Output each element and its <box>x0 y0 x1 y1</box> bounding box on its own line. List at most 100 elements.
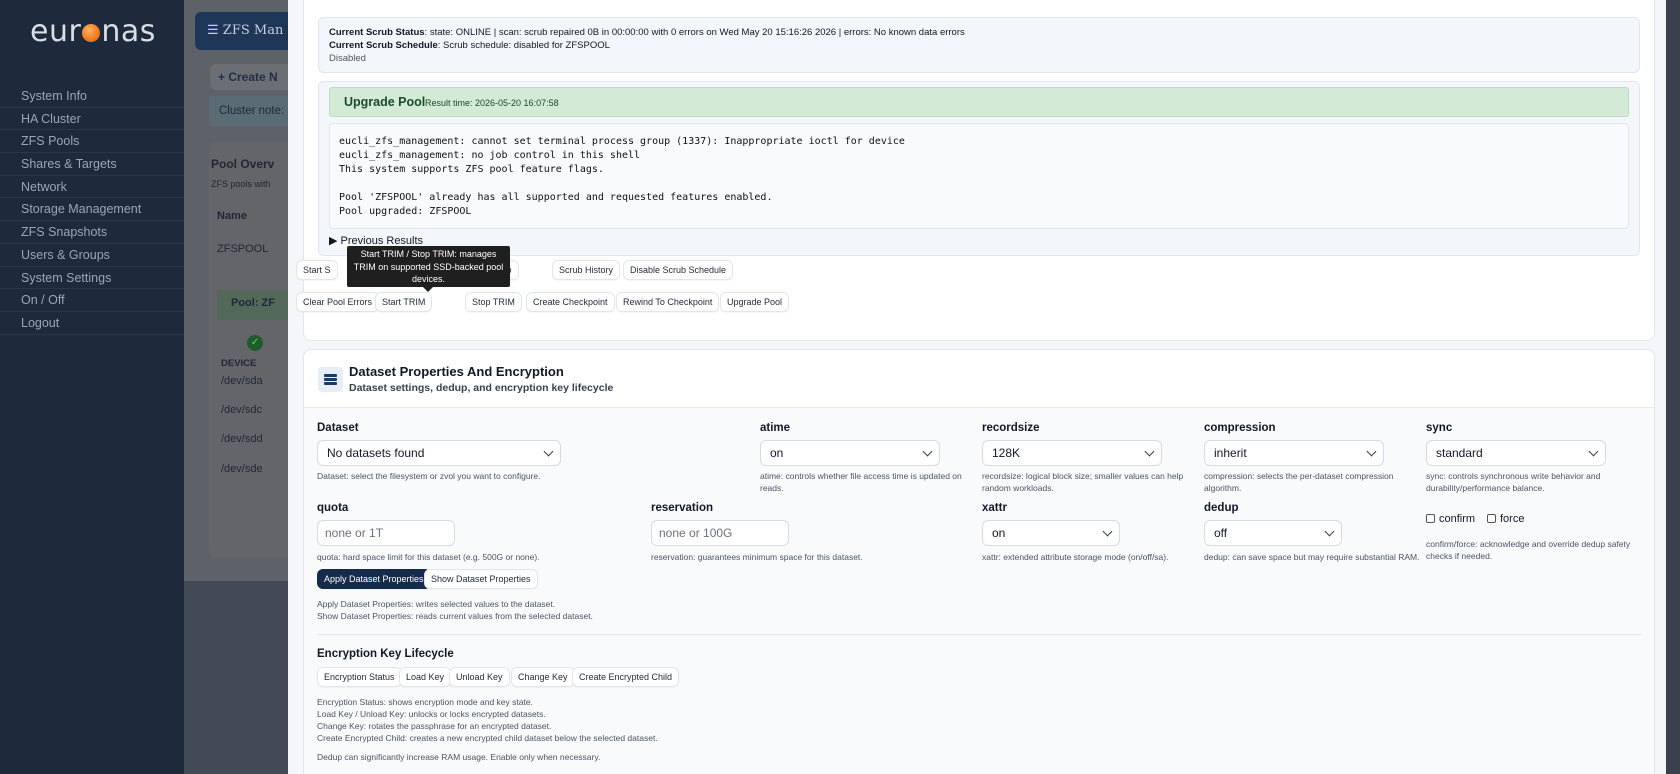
zfs-pool-modal: Current Scrub Status: state: ONLINE | sc… <box>288 0 1666 774</box>
sidebar-item-users-groups[interactable]: Users & Groups <box>0 244 184 267</box>
sidebar-nav: System Info HA Cluster ZFS Pools Shares … <box>0 85 184 335</box>
result-header: Upgrade Pool Result time: 2026-05-20 16:… <box>329 87 1629 117</box>
encryption-title: Encryption Key Lifecycle <box>317 648 454 660</box>
checkbox-icon <box>1487 514 1496 523</box>
atime-select[interactable]: on <box>760 440 940 466</box>
rewind-to-checkpoint-button[interactable]: Rewind To Checkpoint <box>616 292 720 312</box>
disable-scrub-schedule-button[interactable]: Disable Scrub Schedule <box>623 260 734 280</box>
encryption-help-line: Change Key: rotates the passphrase for a… <box>317 721 552 731</box>
sidebar-item-on-off[interactable]: On / Off <box>0 289 184 312</box>
pool-overview-title: Pool Overv <box>211 157 275 171</box>
sidebar-item-zfs-pools[interactable]: ZFS Pools <box>0 130 184 154</box>
scrub-disabled-text: Disabled <box>329 53 366 64</box>
encryption-help-line: Load Key / Unload Key: unlocks or locks … <box>317 709 546 719</box>
checkbox-icon <box>1426 514 1435 523</box>
start-trim-button[interactable]: Start TRIM <box>375 292 433 312</box>
check-icon: ✓ <box>247 335 263 351</box>
result-box: Upgrade Pool Result time: 2026-05-20 16:… <box>318 81 1640 256</box>
divider <box>317 634 1641 635</box>
create-button[interactable]: + Create N <box>210 64 290 90</box>
change-key-button[interactable]: Change Key <box>511 667 575 687</box>
reservation-label: reservation <box>651 502 714 514</box>
logo-dot-icon <box>82 24 101 42</box>
cluster-note: Cluster note: <box>209 96 289 126</box>
quota-label: quota <box>317 502 349 514</box>
apply-dataset-properties-button[interactable]: Apply Dataset Properties <box>317 569 431 589</box>
scrub-status-box: Current Scrub Status: state: ONLINE | sc… <box>318 17 1640 73</box>
device-row: /dev/sda <box>221 375 263 387</box>
sidebar-item-system-info[interactable]: System Info <box>0 85 184 108</box>
sidebar-item-zfs-snapshots[interactable]: ZFS Snapshots <box>0 221 184 244</box>
show-dataset-properties-button[interactable]: Show Dataset Properties <box>424 569 538 589</box>
euronas-logo[interactable]: eur nas <box>30 14 156 49</box>
unload-key-button[interactable]: Unload Key <box>449 667 510 687</box>
dataset-panel-title: Dataset Properties And Encryption <box>349 364 564 379</box>
load-key-button[interactable]: Load Key <box>399 667 452 687</box>
sidebar: eur nas System Info HA Cluster ZFS Pools … <box>0 0 184 774</box>
dataset-panel-subtitle: Dataset settings, dedup, and encryption … <box>349 382 614 394</box>
scrub-history-button[interactable]: Scrub History <box>552 260 621 280</box>
sync-select[interactable]: standard <box>1426 440 1606 466</box>
sidebar-item-network[interactable]: Network <box>0 176 184 199</box>
pool-overview-subtitle: ZFS pools with <box>211 179 271 189</box>
compression-select[interactable]: inherit <box>1204 440 1384 466</box>
force-checkbox[interactable]: force <box>1487 513 1524 525</box>
plus-icon: + <box>218 70 229 84</box>
dataset-select[interactable]: No datasets found <box>317 440 561 466</box>
result-time: Result time: 2026-05-20 16:07:58 <box>425 98 559 108</box>
recordsize-label: recordsize <box>982 422 1040 434</box>
reservation-input[interactable]: none or 100G <box>651 520 789 546</box>
create-checkpoint-button[interactable]: Create Checkpoint <box>526 292 615 312</box>
dataset-properties-panel: Dataset Properties And Encryption Datase… <box>303 349 1655 774</box>
sidebar-item-shares-targets[interactable]: Shares & Targets <box>0 153 184 176</box>
pool-label: Pool: ZF <box>217 290 289 320</box>
page-scrollbar[interactable] <box>1666 0 1680 774</box>
create-encrypted-child-button[interactable]: Create Encrypted Child <box>572 667 680 687</box>
device-row: /dev/sdd <box>221 433 263 445</box>
sync-label: sync <box>1426 422 1453 434</box>
device-row: /dev/sde <box>221 463 263 475</box>
dedup-warning: Dedup can significantly increase RAM usa… <box>317 752 601 762</box>
sidebar-item-logout[interactable]: Logout <box>0 312 184 335</box>
reservation-help: reservation: guarantees minimum space fo… <box>651 552 863 562</box>
sync-help: sync: controls synchronous write behavio… <box>1426 471 1601 493</box>
confirm-force-help: confirm/force: acknowledge and override … <box>1426 539 1631 561</box>
dedup-label: dedup <box>1204 502 1239 514</box>
chevron-down-icon <box>1144 446 1155 457</box>
sidebar-item-storage-management[interactable]: Storage Management <box>0 198 184 222</box>
dedup-help: dedup: can save space but may require su… <box>1204 552 1420 562</box>
chevron-down-icon <box>543 446 554 457</box>
xattr-help: xattr: extended attribute storage mode (… <box>982 552 1169 562</box>
dataset-panel-header: Dataset Properties And Encryption Datase… <box>304 350 1654 408</box>
quota-help: quota: hard space limit for this dataset… <box>317 552 540 562</box>
apply-help: Apply Dataset Properties: writes selecte… <box>317 599 556 609</box>
recordsize-help: recordsize: logical block size; smaller … <box>982 471 1184 493</box>
command-output: eucli_zfs_management: cannot set termina… <box>329 123 1629 229</box>
quota-input[interactable]: none or 1T <box>317 520 455 546</box>
sidebar-item-system-settings[interactable]: System Settings <box>0 267 184 290</box>
device-row: /dev/sdc <box>221 404 262 416</box>
confirm-checkbox[interactable]: confirm <box>1426 513 1475 525</box>
list-icon <box>318 367 343 392</box>
zfs-icon: ☰ <box>207 23 223 38</box>
compression-label: compression <box>1204 422 1276 434</box>
encryption-help-line: Create Encrypted Child: creates a new en… <box>317 733 658 743</box>
xattr-select[interactable]: on <box>982 520 1120 546</box>
dataset-help: Dataset: select the filesystem or zvol y… <box>317 471 541 481</box>
stop-trim-button[interactable]: Stop TRIM <box>465 292 522 312</box>
recordsize-select[interactable]: 128K <box>982 440 1162 466</box>
encryption-help-line: Encryption Status: shows encryption mode… <box>317 697 533 707</box>
trim-tooltip: Start TRIM / Stop TRIM: manages TRIM on … <box>347 246 510 292</box>
encryption-status-button[interactable]: Encryption Status <box>317 667 402 687</box>
compression-help: compression: selects the per-dataset com… <box>1204 471 1394 493</box>
pool-name-cell[interactable]: ZFSPOOL <box>217 243 268 255</box>
dedup-select[interactable]: off <box>1204 520 1342 546</box>
sidebar-item-ha-cluster[interactable]: HA Cluster <box>0 108 184 131</box>
xattr-label: xattr <box>982 502 1007 514</box>
chevron-down-icon <box>1102 526 1113 537</box>
clear-pool-errors-button[interactable]: Clear Pool Errors <box>296 292 380 312</box>
scrub-status-line: Current Scrub Status: state: ONLINE | sc… <box>329 27 965 38</box>
upgrade-pool-button[interactable]: Upgrade Pool <box>720 292 790 312</box>
dataset-label: Dataset <box>317 422 359 434</box>
start-scrub-button[interactable]: Start S <box>296 260 338 280</box>
